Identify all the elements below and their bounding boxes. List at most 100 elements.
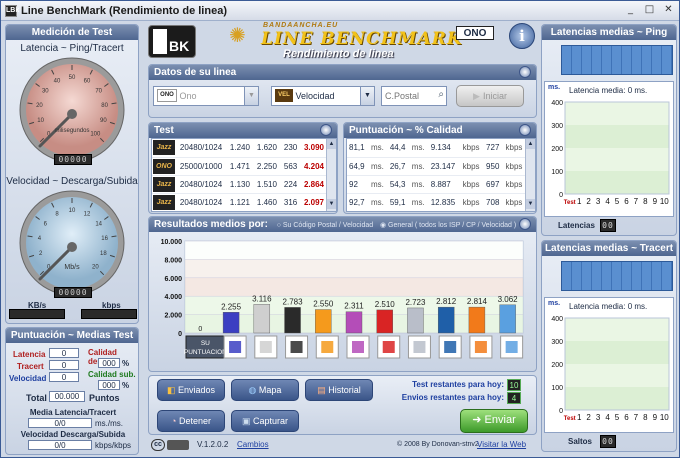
quality-ms2: 59,1 — [387, 193, 410, 211]
quality-k1: 8.887 — [428, 175, 461, 194]
chart-ytick-label: 6.000 — [164, 276, 182, 283]
quality-u4: kbps — [503, 139, 527, 158]
brand-sub: Rendimiento de linea — [283, 48, 394, 60]
chevron-down-icon[interactable]: ▼ — [244, 87, 258, 105]
info-icon[interactable]: i — [509, 23, 535, 49]
quality-row[interactable]: 92 ms. 54,3 ms. 8.887 kbps 697 kbps — [347, 175, 527, 194]
quality-u2: ms. — [409, 157, 429, 176]
isp-select[interactable]: ONO Ono ▼ — [153, 86, 259, 106]
quality-scrollbar[interactable]: ▲ ▼ — [525, 139, 535, 211]
quality-list[interactable]: 81,1 ms. 44,4 ms. 9.134 kbps 727 kbps 64,9 ms. 26,… — [346, 138, 536, 212]
chart-ytick-label: 2.000 — [164, 313, 182, 320]
speed-gauge-title: Velocidad ~ Descarga/Subida — [6, 176, 138, 187]
ping-title: Latencias medias ~ Ping — [542, 25, 676, 40]
lbk-logo: BK — [148, 25, 196, 58]
isp-select-value: Ono — [179, 91, 197, 101]
test-score: 2.097 — [300, 193, 328, 211]
measurement-panel: Medición de Test Latencia ~ Ping/Tracert… — [5, 24, 139, 324]
test-speed: 20480/1024 — [176, 193, 227, 211]
test-val-c: 563 — [280, 157, 301, 176]
su-score-value: 0 — [198, 326, 202, 333]
enviar-button[interactable]: ➜ Enviar — [460, 409, 528, 433]
tracert-label: Tracert — [17, 362, 44, 371]
sent-icon: ◧ — [166, 385, 176, 395]
quality-u1: ms. — [368, 139, 388, 158]
mapa-button[interactable]: ◍ Mapa — [231, 379, 299, 401]
tracert-chart-plot: 0 100 200 300 400 Test 1 2 3 4 5 6 7 8 9 10 — [551, 316, 670, 422]
detener-button[interactable]: ◔ Detener — [157, 410, 225, 432]
test-val-a: 1.121 — [226, 193, 254, 211]
test-speed: 20480/1024 — [176, 175, 227, 194]
quality-k1: 12.835 — [428, 193, 461, 211]
speed-unit: Mb/s — [64, 264, 80, 271]
radio-general[interactable]: ◉ General ( todos los ISP / CP / Velocid… — [380, 222, 516, 229]
visit-web-link[interactable]: Visitar la Web — [477, 440, 526, 449]
mini-xtick-label: 2 — [586, 197, 591, 206]
radio-postal[interactable]: ○ Su Código Postal / Velocidad — [277, 222, 373, 229]
postal-code-field[interactable]: ⌕ — [381, 86, 447, 106]
media-latencia-label: Media Latencia/Tracert — [29, 408, 117, 417]
capturar-button[interactable]: ▣ Capturar — [231, 410, 299, 432]
quality-row[interactable]: 81,1 ms. 44,4 ms. 9.134 kbps 727 kbps — [347, 139, 527, 158]
total-label: Total — [26, 393, 47, 403]
chart-bar — [222, 312, 240, 334]
isp-logo-swatch — [505, 341, 518, 353]
test-flag-icon — [320, 124, 332, 136]
brand-header: BK ✺ BANDAANCHA.EU LINE BENCHMARK Rendim… — [145, 22, 537, 61]
mini-xtick-label: 3 — [596, 413, 601, 422]
chart-bar — [345, 311, 363, 334]
quality-flag-icon — [519, 124, 531, 136]
quality-row[interactable]: 92,7 ms. 59,1 ms. 12.835 kbps 708 kbps — [347, 193, 527, 211]
test-val-b: 1.460 — [253, 193, 281, 211]
quality-row[interactable]: 64,9 ms. 26,7 ms. 23.147 kbps 950 kbps — [347, 157, 527, 176]
gauge-tick-label: 40 — [54, 79, 61, 85]
ping-chart-plot: 0 100 200 300 400 Test 1 2 3 4 5 6 7 8 9 10 — [551, 100, 670, 206]
ping-panel: Latencias medias ~ Ping ms. Latencia med… — [541, 24, 677, 236]
test-list[interactable]: Jazz 20480/1024 1.240 1.620 230 3.090 ONO… — [151, 138, 337, 212]
capturar-label: Capturar — [253, 416, 289, 426]
test-row[interactable]: ONO 25000/1000 1.471 2.250 563 4.204 — [152, 157, 328, 176]
start-button[interactable]: ▶ Iniciar — [456, 85, 524, 107]
gauge-tick-label: 16 — [101, 236, 108, 242]
mini-xtick-label: 4 — [605, 413, 610, 422]
speed-type-icon: VEL — [275, 89, 293, 102]
mini-ytick-label: 0 — [559, 192, 563, 199]
quality-u1: ms. — [368, 157, 388, 176]
test-val-a: 1.130 — [226, 175, 254, 194]
enviados-button[interactable]: ◧ Enviados — [157, 379, 225, 401]
search-icon[interactable]: ⌕ — [438, 89, 444, 100]
latencias-counter: 00 — [600, 219, 616, 232]
historial-button[interactable]: ▤ Historial — [305, 379, 373, 401]
mini-band — [565, 341, 669, 364]
test-row[interactable]: Jazz 20480/1024 1.130 1.510 224 2.864 — [152, 175, 328, 194]
chevron-down-icon[interactable]: ▼ — [360, 87, 374, 105]
restore-icon[interactable]: □ — [643, 4, 656, 17]
total-value: 00.000 — [49, 391, 85, 402]
quality-u2: ms. — [409, 175, 429, 194]
gauge-tick-label: 20 — [36, 103, 43, 109]
radio-postal-label: Su Código Postal / Velocidad — [282, 222, 374, 229]
chart-bar — [499, 304, 516, 334]
test-row[interactable]: Jazz 20480/1024 1.121 1.460 316 2.097 — [152, 193, 328, 211]
minimize-icon[interactable]: _ — [624, 4, 637, 17]
test-score: 2.864 — [300, 175, 328, 194]
test-row[interactable]: Jazz 20480/1024 1.240 1.620 230 3.090 — [152, 139, 328, 158]
scores-panel: Puntuación ~ Medias Test Latencia 0 Cali… — [5, 327, 139, 455]
postal-code-input[interactable] — [385, 88, 429, 104]
chart-ytick-label: 8.000 — [164, 257, 182, 264]
chart-ytick-label: 4.000 — [164, 294, 182, 301]
latencia-label: Latencia — [13, 350, 46, 359]
lbk-logo-text: BK — [169, 38, 190, 54]
ping-ms-label: ms. — [548, 84, 561, 91]
mini-xtick-label: 6 — [624, 413, 629, 422]
quality-u3: kbps — [460, 139, 485, 158]
test-scrollbar[interactable]: ▲ ▼ — [326, 139, 336, 211]
cc-icon: cc — [151, 439, 165, 451]
velocidad-ds-label: Velocidad Descarga/Subida — [20, 430, 126, 439]
cambios-link[interactable]: Cambios — [237, 440, 269, 449]
media-latencia-unit: ms./ms. — [95, 419, 123, 428]
test-type-select[interactable]: VEL Velocidad ▼ — [271, 86, 375, 106]
close-icon[interactable]: ✕ — [662, 4, 675, 17]
mini-ytick-label: 400 — [551, 316, 563, 323]
quality-k1: 9.134 — [428, 139, 461, 158]
